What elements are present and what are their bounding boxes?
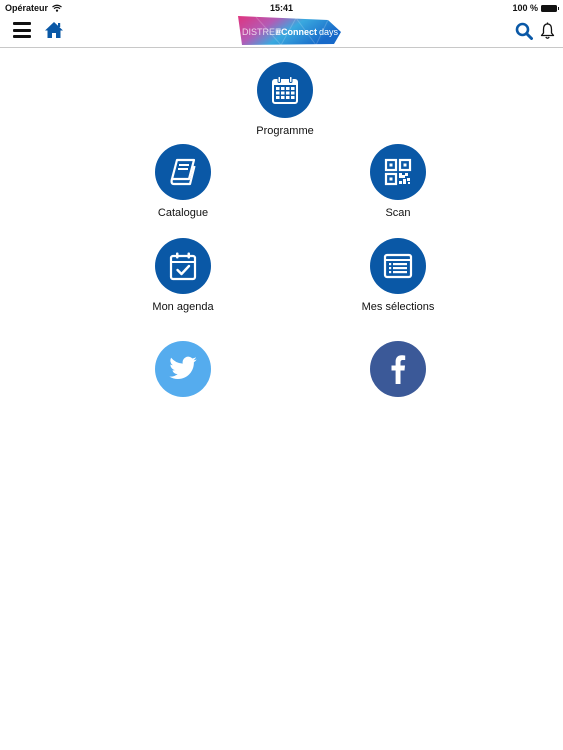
twitter-button[interactable] bbox=[118, 341, 248, 397]
hamburger-line bbox=[13, 35, 31, 38]
twitter-circle bbox=[155, 341, 211, 397]
navigation-bar: DISTREE #Connect days bbox=[0, 16, 563, 48]
logo-text-days: days bbox=[319, 27, 339, 37]
distree-connectdays-logo: DISTREE #Connect days bbox=[238, 16, 341, 46]
search-icon[interactable] bbox=[515, 22, 533, 40]
book-icon bbox=[170, 158, 196, 186]
calendar-icon bbox=[272, 76, 298, 104]
scan-circle bbox=[370, 144, 426, 200]
programme-label: Programme bbox=[256, 125, 314, 137]
menu-button[interactable] bbox=[13, 22, 31, 38]
selections-circle bbox=[370, 238, 426, 294]
catalogue-label: Catalogue bbox=[157, 207, 209, 219]
qr-code-icon bbox=[384, 158, 412, 186]
catalogue-circle bbox=[155, 144, 211, 200]
bell-icon[interactable] bbox=[540, 22, 555, 40]
agenda-label: Mon agenda bbox=[152, 301, 214, 313]
facebook-icon bbox=[391, 355, 406, 384]
hamburger-line bbox=[13, 28, 31, 32]
logo-text-connect: #Connect bbox=[276, 27, 317, 37]
selections-label: Mes sélections bbox=[361, 301, 435, 313]
selections-button[interactable]: Mes sélections bbox=[333, 238, 463, 313]
clock: 15:41 bbox=[269, 3, 294, 13]
hamburger-line bbox=[13, 22, 31, 25]
list-window-icon bbox=[383, 253, 413, 279]
scan-button[interactable]: Scan bbox=[333, 144, 463, 219]
facebook-button[interactable] bbox=[333, 341, 463, 397]
programme-circle bbox=[257, 62, 313, 118]
programme-button[interactable]: Programme bbox=[220, 62, 350, 137]
battery-percent: 100 % bbox=[512, 3, 538, 13]
catalogue-button[interactable]: Catalogue bbox=[118, 144, 248, 219]
scan-label: Scan bbox=[385, 207, 411, 219]
facebook-circle bbox=[370, 341, 426, 397]
battery-icon bbox=[541, 4, 559, 12]
agenda-circle bbox=[155, 238, 211, 294]
calendar-check-icon bbox=[169, 252, 197, 281]
twitter-icon bbox=[169, 356, 197, 380]
home-icon[interactable] bbox=[44, 21, 64, 39]
agenda-button[interactable]: Mon agenda bbox=[118, 238, 248, 313]
